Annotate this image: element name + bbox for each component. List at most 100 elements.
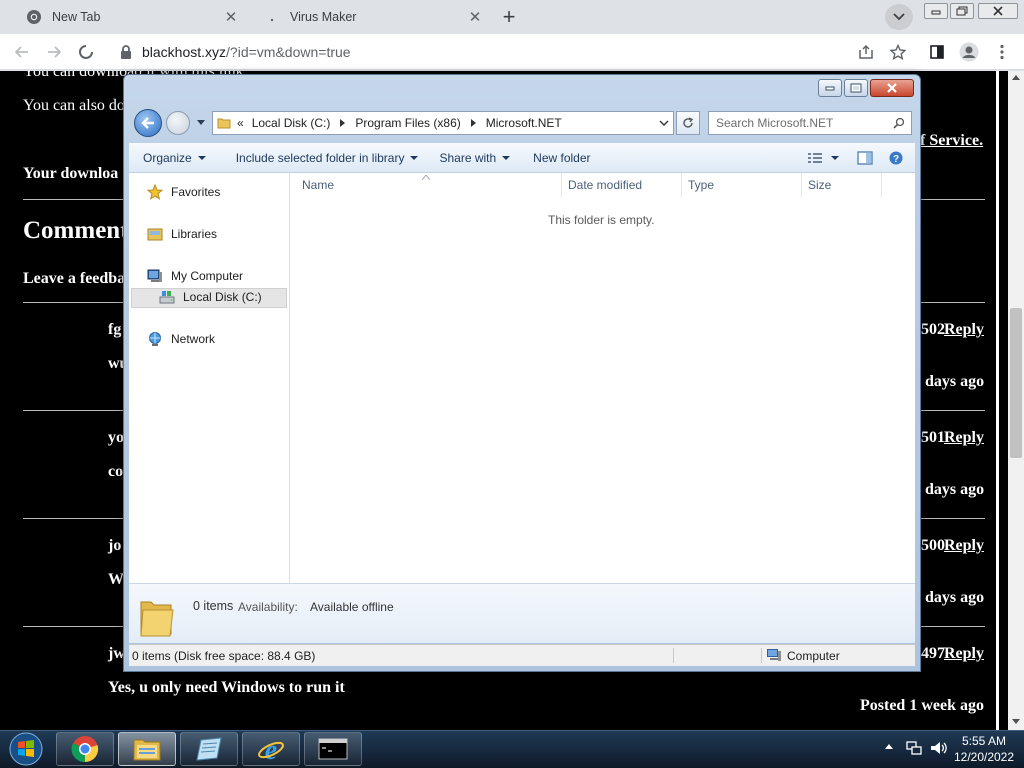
preview-pane-icon — [857, 150, 873, 165]
recent-pages-chevron-icon[interactable] — [197, 120, 205, 125]
reply-link[interactable]: Reply — [944, 321, 984, 339]
chrome-icon — [71, 736, 99, 763]
reply-link[interactable]: Reply — [944, 645, 984, 663]
breadcrumb-prefix[interactable]: « — [237, 116, 244, 130]
column-size-label: Size — [808, 178, 832, 192]
arrow-left-icon — [14, 46, 28, 58]
comment-id: 501 — [921, 429, 945, 446]
tab-virus-maker[interactable]: Virus Maker ✕ — [246, 0, 490, 34]
show-hidden-icons-button[interactable] — [884, 742, 894, 750]
menu-button[interactable] — [990, 40, 1014, 64]
explorer-icon — [133, 739, 161, 761]
availability-value: Available offline — [310, 600, 394, 614]
comment-text: W — [108, 571, 124, 588]
chevron-down-icon — [893, 13, 905, 21]
explorer-minimize-button[interactable] — [818, 79, 842, 97]
explorer-forward-button[interactable] — [166, 111, 190, 135]
include-in-library-button[interactable]: Include selected folder in library — [215, 143, 428, 172]
network-tray-icon[interactable] — [906, 740, 922, 756]
reply-link[interactable]: Reply — [944, 537, 984, 555]
address-dropdown-icon[interactable] — [659, 120, 669, 126]
tab-new-tab[interactable]: New Tab ✕ — [8, 0, 246, 34]
chrome-icon — [26, 9, 42, 25]
explorer-close-button[interactable] — [870, 79, 914, 97]
ie-icon: e — [258, 735, 284, 764]
nav-favorites-label: Favorites — [171, 185, 221, 199]
taskbar-explorer[interactable] — [118, 732, 176, 766]
share-with-button[interactable]: Share with — [427, 143, 519, 172]
file-list-pane[interactable]: Name Date modified Type Size This folder… — [290, 173, 915, 583]
breadcrumb-item[interactable]: Local Disk (C:) — [252, 116, 331, 130]
organize-button[interactable]: Organize — [129, 143, 215, 172]
explorer-maximize-button[interactable] — [844, 79, 868, 97]
comment-id: 502 — [921, 321, 945, 338]
share-icon — [859, 44, 873, 59]
explorer-address-bar[interactable]: « Local Disk (C:) Program Files (x86) Mi… — [212, 111, 674, 135]
taskbar-notepad[interactable] — [180, 732, 238, 766]
libraries-icon — [147, 226, 165, 242]
svg-text:e: e — [265, 735, 277, 764]
terms-link[interactable]: f Service. — [920, 132, 983, 150]
tab-search-button[interactable] — [885, 4, 913, 30]
taskbar-cmd[interactable] — [304, 732, 362, 766]
new-tab-button[interactable]: + — [496, 4, 522, 29]
chevron-right-icon[interactable] — [340, 119, 346, 127]
scrollbar-thumb[interactable] — [1010, 308, 1022, 458]
column-size[interactable]: Size — [802, 173, 882, 197]
share-label: Share with — [439, 150, 497, 165]
minimize-button[interactable] — [924, 3, 948, 19]
close-tab-icon[interactable]: ✕ — [466, 8, 484, 26]
notepad-icon — [196, 737, 222, 761]
bookmark-button[interactable] — [886, 40, 910, 64]
restore-button[interactable] — [950, 3, 974, 19]
comment-author: jo — [108, 537, 122, 554]
taskbar-chrome[interactable] — [56, 732, 114, 766]
nav-my-computer[interactable]: My Computer — [147, 268, 243, 284]
status-divider — [673, 648, 674, 663]
side-panel-button[interactable] — [925, 40, 949, 64]
nav-local-disk-label: Local Disk (C:) — [183, 290, 262, 304]
column-date-modified[interactable]: Date modified — [562, 173, 682, 197]
url-text[interactable]: blackhost.xyz/?id=vm&down=true — [142, 44, 351, 60]
lock-icon[interactable] — [120, 45, 132, 59]
chevron-right-icon[interactable] — [470, 119, 476, 127]
stop-button[interactable] — [74, 40, 98, 64]
nav-favorites[interactable]: Favorites — [147, 184, 220, 200]
start-button[interactable] — [6, 731, 46, 767]
command-bar: Organize Include selected folder in libr… — [129, 143, 915, 173]
column-type-label: Type — [688, 178, 715, 192]
share-button[interactable] — [854, 40, 878, 64]
nav-local-disk[interactable]: Local Disk (C:) — [159, 289, 262, 305]
new-folder-button[interactable]: New folder — [519, 143, 599, 172]
column-type[interactable]: Type — [682, 173, 802, 197]
refresh-button[interactable] — [676, 111, 700, 135]
taskbar-ie[interactable]: e — [242, 732, 300, 766]
cmd-icon — [318, 738, 348, 760]
nav-network[interactable]: Network — [147, 331, 215, 347]
new-folder-label: New folder — [533, 150, 591, 165]
kebab-menu-icon — [1000, 44, 1004, 60]
navigation-pane: Favorites Libraries My Computer Local Di… — [129, 173, 290, 583]
system-clock[interactable]: 5:55 AM 12/20/2022 — [946, 733, 1022, 765]
refresh-icon — [683, 117, 694, 128]
back-button[interactable] — [10, 40, 34, 64]
close-tab-icon[interactable]: ✕ — [222, 8, 240, 26]
include-label: Include selected folder in library — [235, 150, 405, 165]
explorer-back-button[interactable] — [134, 109, 162, 137]
reply-link[interactable]: Reply — [944, 429, 984, 447]
forward-button[interactable] — [42, 40, 66, 64]
breadcrumb-item[interactable]: Program Files (x86) — [355, 116, 460, 130]
help-button[interactable]: ? — [881, 143, 915, 172]
folder-icon — [217, 116, 231, 130]
close-window-button[interactable] — [978, 3, 1018, 19]
nav-libraries[interactable]: Libraries — [147, 226, 217, 242]
sort-ascending-icon — [422, 175, 430, 180]
breadcrumb-item[interactable]: Microsoft.NET — [486, 116, 562, 130]
arrow-left-icon — [141, 117, 154, 129]
preview-pane-button[interactable] — [843, 143, 881, 172]
star-icon — [890, 44, 906, 60]
profile-button[interactable] — [957, 40, 981, 64]
explorer-search-input[interactable]: Search Microsoft.NET — [708, 111, 912, 135]
change-view-button[interactable] — [803, 143, 843, 172]
search-icon[interactable] — [893, 117, 905, 129]
